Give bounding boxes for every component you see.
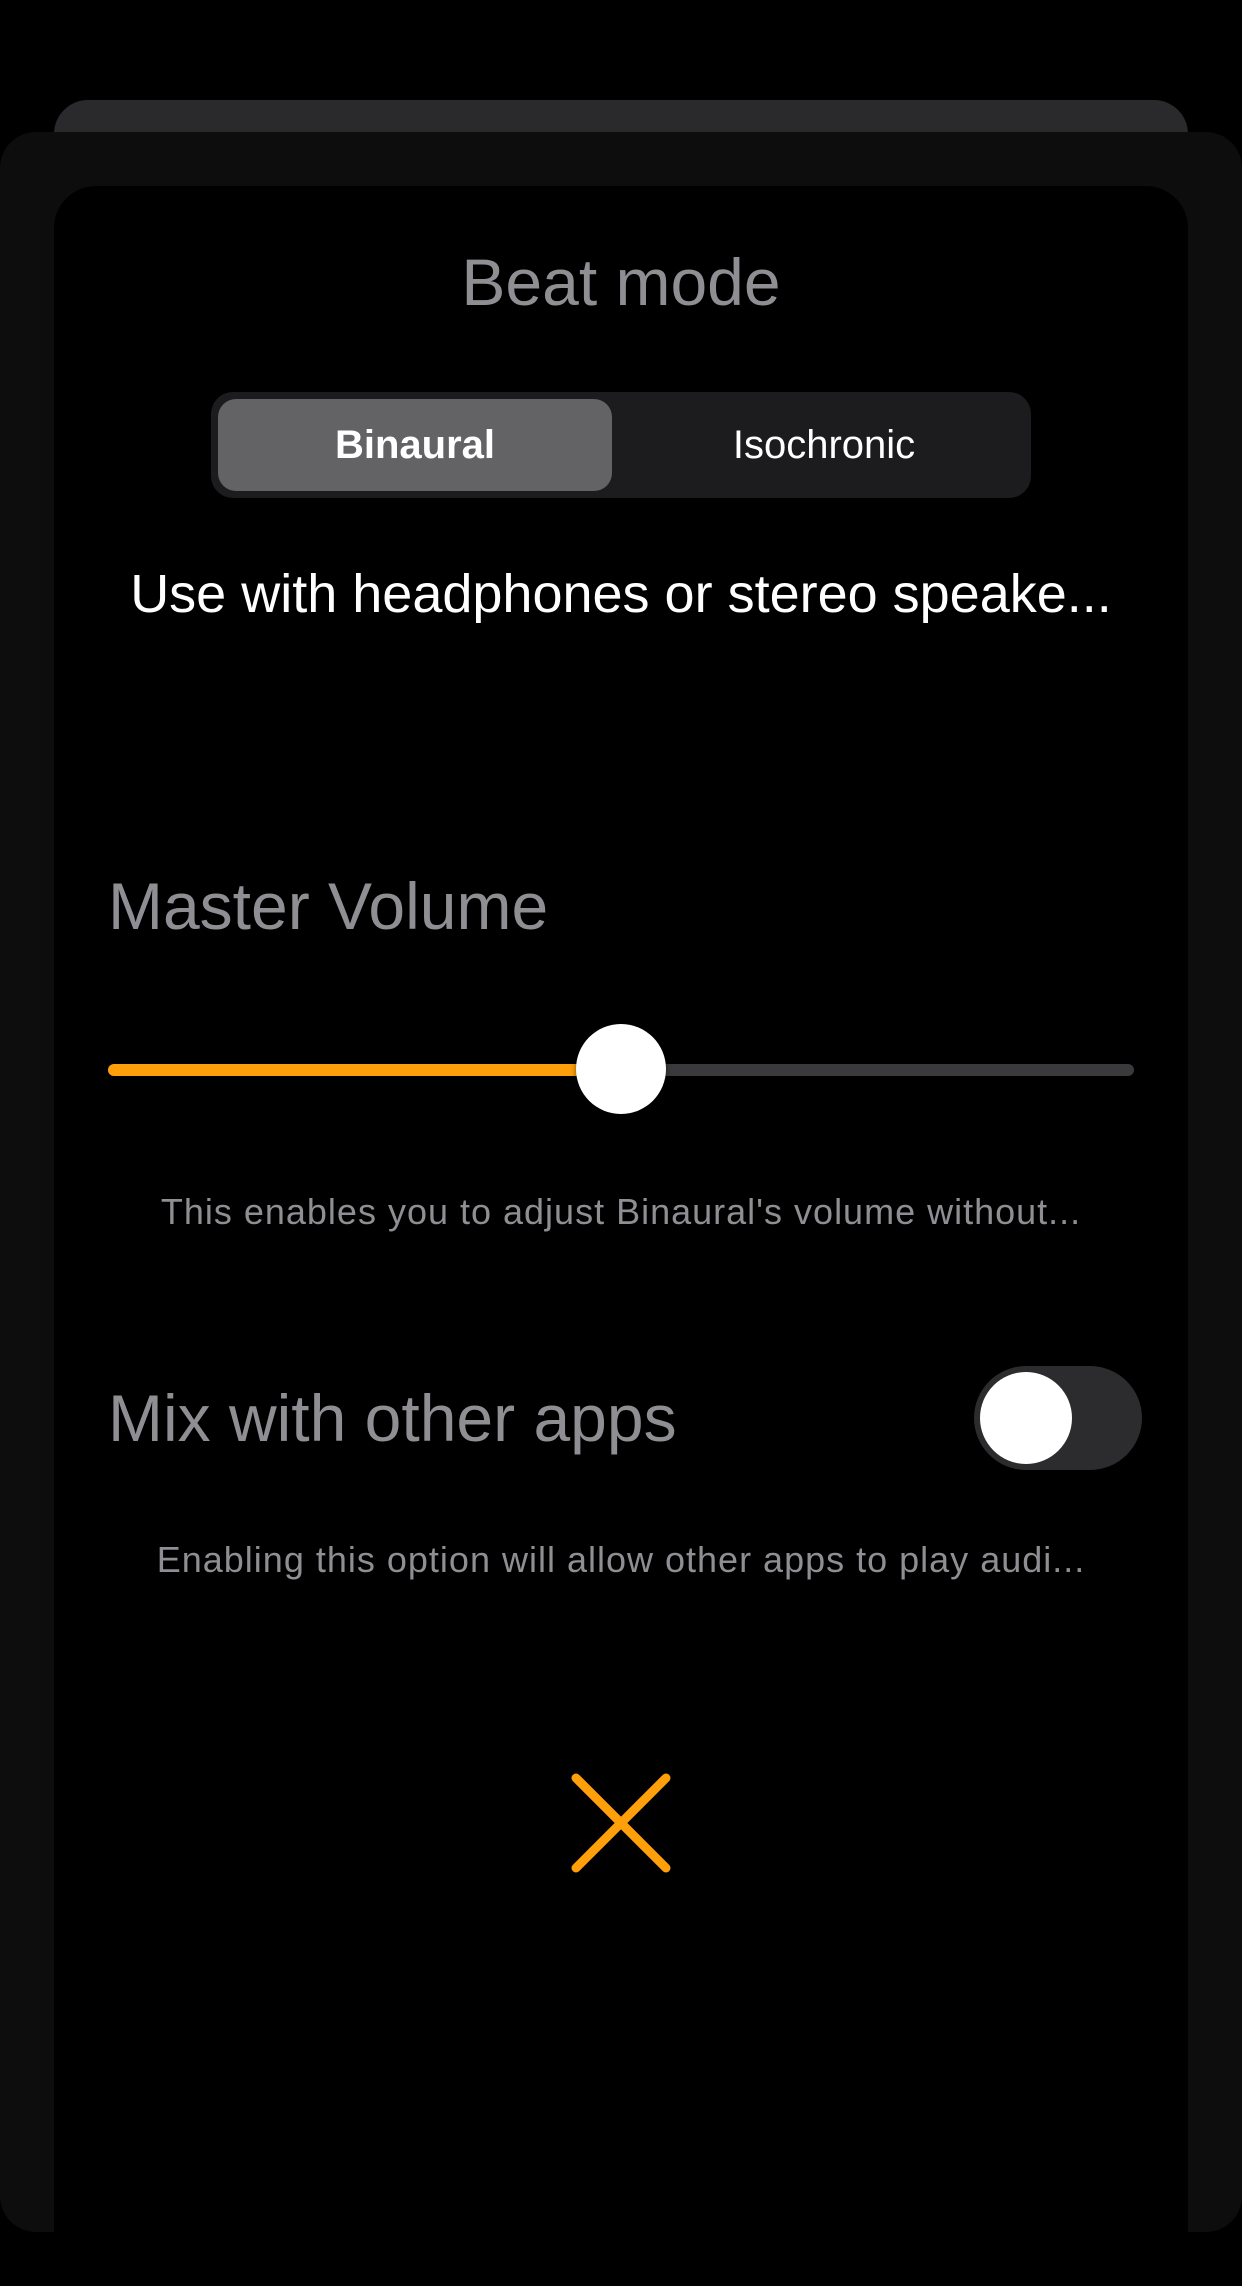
- segment-binaural[interactable]: Binaural: [218, 399, 612, 491]
- master-volume-help: This enables you to adjust Binaural's vo…: [160, 1191, 1082, 1232]
- slider-fill: [108, 1064, 621, 1076]
- beat-mode-segmented-control: Binaural Isochronic: [211, 392, 1031, 498]
- mix-with-other-apps-label: Mix with other apps: [108, 1381, 677, 1455]
- slider-thumb[interactable]: [576, 1024, 666, 1114]
- segment-isochronic[interactable]: Isochronic: [627, 399, 1021, 491]
- close-button[interactable]: [566, 1768, 676, 1878]
- mix-with-other-apps-toggle[interactable]: [974, 1366, 1142, 1470]
- settings-sheet: [54, 186, 1188, 2286]
- mix-with-other-apps-help: Enabling this option will allow other ap…: [156, 1539, 1086, 1580]
- close-icon: [571, 1773, 671, 1873]
- master-volume-label: Master Volume: [108, 869, 549, 943]
- master-volume-slider[interactable]: [108, 1024, 1134, 1116]
- toggle-knob: [980, 1372, 1072, 1464]
- beat-mode-description: Use with headphones or stereo speake...: [130, 564, 1112, 624]
- sheet-title: Beat mode: [461, 245, 781, 319]
